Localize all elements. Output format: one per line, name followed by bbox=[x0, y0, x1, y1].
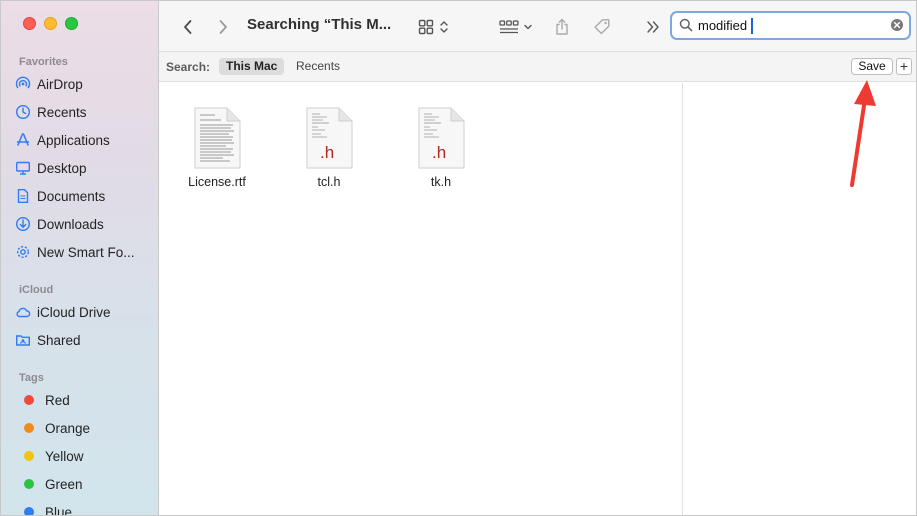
back-button[interactable] bbox=[177, 1, 199, 52]
clear-search-icon[interactable] bbox=[890, 18, 904, 32]
header-file-icon: .h bbox=[305, 107, 353, 169]
tag-color-dot bbox=[24, 423, 34, 433]
file-name: tk.h bbox=[430, 175, 452, 189]
annotation-arrow bbox=[850, 80, 876, 187]
share-button[interactable] bbox=[551, 1, 573, 52]
rtf-document-icon bbox=[193, 107, 241, 169]
sidebar-item-recents[interactable]: Recents bbox=[15, 100, 155, 124]
search-field[interactable] bbox=[670, 11, 911, 40]
zoom-window-button[interactable] bbox=[65, 17, 78, 30]
sidebar: Favorites AirDrop Recents Applications D… bbox=[1, 1, 159, 516]
sidebar-item-label: Documents bbox=[37, 188, 106, 204]
search-input[interactable] bbox=[698, 16, 878, 35]
sidebar-tag-yellow[interactable]: Yellow bbox=[15, 444, 155, 468]
group-by-button[interactable] bbox=[496, 1, 536, 52]
file-name: tcl.h bbox=[317, 175, 341, 189]
sidebar-item-label: Orange bbox=[45, 420, 91, 436]
tag-icon bbox=[594, 18, 610, 34]
chevron-left-icon bbox=[184, 19, 192, 34]
minimize-window-button[interactable] bbox=[44, 17, 57, 30]
up-down-chevron-icon bbox=[439, 20, 448, 33]
airdrop-icon bbox=[15, 76, 31, 89]
sidebar-item-label: Desktop bbox=[37, 160, 87, 176]
tag-color-dot bbox=[24, 451, 34, 461]
window-controls bbox=[23, 17, 78, 30]
sidebar-item-label: Red bbox=[45, 392, 70, 408]
header-file-icon: .h bbox=[417, 107, 465, 169]
file-item[interactable]: License.rtf bbox=[167, 107, 267, 189]
preview-pane bbox=[682, 83, 916, 515]
sidebar-item-label: New Smart Fo... bbox=[37, 244, 135, 260]
toolbar: Searching “This M... bbox=[159, 1, 916, 52]
sidebar-item-new-smart-folder[interactable]: New Smart Fo... bbox=[15, 240, 155, 264]
window-title: Searching “This M... bbox=[247, 16, 392, 33]
file-type-badge: .h bbox=[320, 143, 335, 162]
sidebar-item-label: Downloads bbox=[37, 216, 104, 232]
search-icon bbox=[679, 18, 693, 32]
sidebar-item-label: Green bbox=[45, 476, 83, 492]
icloud-section-title: iCloud bbox=[19, 284, 54, 296]
group-icon bbox=[499, 19, 519, 33]
sidebar-item-downloads[interactable]: Downloads bbox=[15, 212, 155, 236]
sidebar-item-documents[interactable]: Documents bbox=[15, 184, 155, 208]
sidebar-item-airdrop[interactable]: AirDrop bbox=[15, 72, 155, 96]
sidebar-item-label: Applications bbox=[37, 132, 110, 148]
view-mode-button[interactable] bbox=[413, 1, 453, 52]
desktop-icon bbox=[16, 161, 31, 175]
tags-button[interactable] bbox=[591, 1, 613, 52]
search-scope-bar: Search: This Mac Recents Save + bbox=[159, 52, 916, 82]
sidebar-item-icloud-drive[interactable]: iCloud Drive bbox=[15, 300, 155, 324]
sidebar-item-label: AirDrop bbox=[37, 76, 83, 92]
file-type-badge: .h bbox=[432, 143, 447, 162]
cloud-icon bbox=[16, 307, 31, 318]
tag-color-dot bbox=[24, 479, 34, 489]
text-cursor bbox=[751, 18, 753, 34]
sidebar-item-desktop[interactable]: Desktop bbox=[15, 156, 155, 180]
share-icon bbox=[556, 18, 568, 35]
sidebar-item-label: Yellow bbox=[45, 448, 84, 464]
chevron-right-icon bbox=[219, 19, 227, 34]
sidebar-item-label: Blue bbox=[45, 504, 73, 516]
finder-window: Favorites AirDrop Recents Applications D… bbox=[0, 0, 917, 516]
file-item[interactable]: .h tcl.h bbox=[279, 107, 379, 189]
sidebar-item-label: Shared bbox=[37, 332, 81, 348]
double-chevron-right-icon bbox=[647, 20, 659, 33]
file-item[interactable]: .h tk.h bbox=[391, 107, 491, 189]
sidebar-tag-green[interactable]: Green bbox=[15, 472, 155, 496]
applications-icon bbox=[16, 133, 30, 146]
close-window-button[interactable] bbox=[23, 17, 36, 30]
tag-color-dot bbox=[24, 395, 34, 405]
results-area: License.rtf .h tcl.h .h tk.h bbox=[159, 83, 682, 515]
gear-icon bbox=[16, 245, 30, 259]
search-scope-label: Search: bbox=[166, 60, 211, 74]
forward-button[interactable] bbox=[212, 1, 234, 52]
scope-this-mac[interactable]: This Mac bbox=[219, 58, 285, 75]
chevron-down-icon bbox=[524, 24, 532, 29]
sidebar-tag-orange[interactable]: Orange bbox=[15, 416, 155, 440]
sidebar-item-shared[interactable]: Shared bbox=[15, 328, 155, 352]
add-criteria-button[interactable]: + bbox=[896, 58, 912, 75]
file-name: License.rtf bbox=[188, 175, 246, 189]
shared-folder-icon bbox=[16, 335, 30, 346]
save-search-button[interactable]: Save bbox=[851, 58, 893, 75]
sidebar-item-label: iCloud Drive bbox=[37, 304, 111, 320]
sidebar-item-label: Recents bbox=[37, 104, 87, 120]
grid-view-icon bbox=[418, 19, 433, 34]
favorites-section-title: Favorites bbox=[19, 56, 68, 68]
tag-color-dot bbox=[24, 507, 34, 515]
clock-icon bbox=[15, 104, 31, 120]
download-icon bbox=[15, 216, 31, 232]
document-icon bbox=[17, 189, 29, 203]
tags-section-title: Tags bbox=[19, 372, 44, 384]
sidebar-item-applications[interactable]: Applications bbox=[15, 128, 155, 152]
sidebar-tag-red[interactable]: Red bbox=[15, 388, 155, 412]
more-toolbar-items-button[interactable] bbox=[642, 1, 664, 52]
sidebar-tag-blue[interactable]: Blue bbox=[15, 500, 155, 516]
scope-recents[interactable]: Recents bbox=[289, 58, 347, 75]
